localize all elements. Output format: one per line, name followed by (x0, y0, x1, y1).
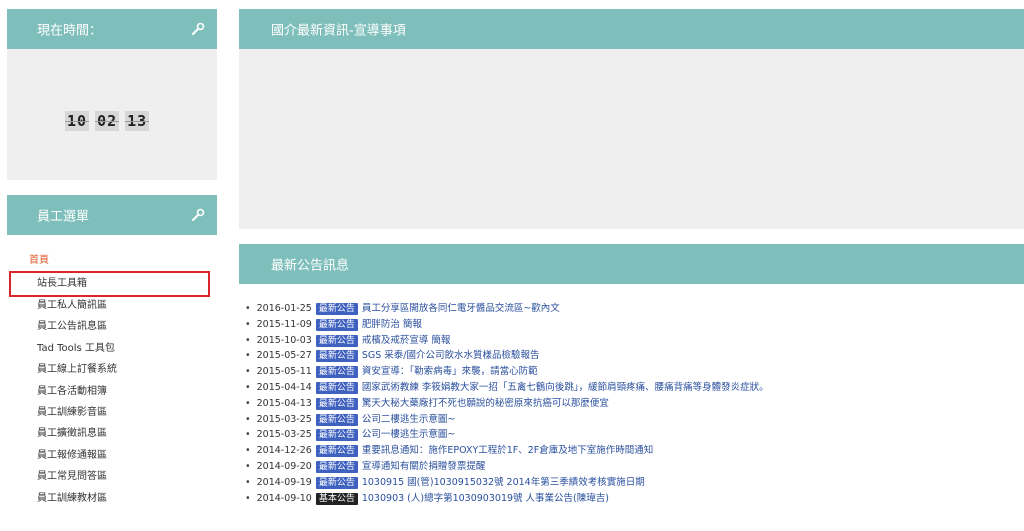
announcement-badge: 最新公告 (315, 476, 358, 489)
announcement-title-link[interactable]: 資安宣導：「勒索病毒」來襲，請當心防範 (362, 366, 538, 377)
digital-clock: 10 02 13 (65, 111, 150, 131)
clock-panel: 現在時間： 10 02 13 (7, 9, 217, 180)
announcement-title-link[interactable]: 國家武術教練 李筱娟教大家一招「五禽七鶴向後跳」，緩節肩頸疼痛、腰痛背痛等身體發… (362, 382, 769, 393)
announcement-badge: 最新公告 (315, 397, 358, 410)
employee-menu-panel: 員工選單 首頁 站長工具箱 員工私人簡訊區 員工公告訊息區 Tad Tools … (7, 195, 217, 531)
announcement-title-link[interactable]: 1030903 (人)總字第1030903019號 人事業公告(陳瑋吉) (362, 493, 609, 504)
announcement-date: 2015-03-25 (256, 429, 312, 441)
menu-item-photo-albums[interactable]: 員工各活動相簿 (7, 381, 217, 402)
menu-item-training-videos[interactable]: 員工訓練影音區 (7, 402, 217, 423)
announcements-panel: 最新公告訊息 2016-01-25最新公告員工分享區開放各同仁電牙醬品交流區~歡… (239, 244, 1024, 531)
announcement-badge: 最新公告 (315, 429, 358, 442)
menu-item-home[interactable]: 首頁 (7, 253, 217, 273)
menu-item-tad-tools[interactable]: Tad Tools 工具包 (7, 338, 217, 359)
list-item: 2014-09-10基本公告 1030903 (人)總字第1030903019號 … (245, 491, 769, 507)
list-item: 2015-11-09最新公告肥胖防治 簡報 (245, 317, 769, 333)
list-item: 2015-04-14最新公告國家武術教練 李筱娟教大家一招「五禽七鶴向後跳」，緩… (245, 380, 769, 396)
announcement-badge: 最新公告 (315, 445, 358, 458)
announcement-badge: 最新公告 (315, 366, 358, 379)
announcement-badge: 最新公告 (315, 381, 358, 394)
announcement-badge: 最新公告 (315, 303, 358, 315)
announcement-title-link[interactable]: 公司二樓逃生示意圖~ (362, 414, 455, 425)
menu-item-recruitment[interactable]: 員工擴徵訊息區 (7, 423, 217, 444)
menu-item-faq[interactable]: 員工常見問答區 (7, 466, 217, 487)
announcement-date: 2014-09-20 (256, 460, 312, 472)
announcement-badge: 最新公告 (315, 334, 358, 347)
announcement-badge: 最新公告 (315, 350, 358, 363)
clock-hours: 10 (65, 111, 90, 131)
list-item: 2015-03-25最新公告公司二樓逃生示意圖~ (245, 412, 769, 428)
announcement-title-link[interactable]: 戒檳及戒菸宣導 簡報 (362, 335, 451, 346)
announcement-date: 2014-09-10 (256, 492, 312, 504)
list-item: 2014-09-19最新公告 1030915 國(管)1030915032號 20… (245, 475, 769, 491)
menu-panel-header: 員工選單 (7, 195, 217, 235)
announcement-date: 2014-12-26 (256, 445, 312, 457)
news-panel-header: 國介最新資訊-宣導事項 (239, 9, 1024, 49)
list-item: 2016-01-25最新公告員工分享區開放各同仁電牙醬品交流區~歡內文 (245, 301, 769, 317)
announcement-date: 2015-04-13 (256, 397, 312, 409)
menu-item-meal-ordering[interactable]: 員工線上訂餐系統 (7, 359, 217, 380)
clock-minutes: 02 (95, 111, 120, 131)
announcement-title-link[interactable]: 驚天大秘大藥廠打不死也願說的秘密原來抗癌可以那麼便宜 (362, 398, 609, 409)
wrench-icon[interactable] (191, 22, 205, 36)
list-item: 2015-05-11最新公告資安宣導：「勒索病毒」來襲，請當心防範 (245, 364, 769, 380)
wrench-icon[interactable] (191, 208, 205, 222)
menu-panel-title: 員工選單 (37, 209, 90, 225)
announcement-badge: 最新公告 (315, 460, 358, 473)
announcement-date: 2015-04-14 (256, 381, 312, 393)
announcement-title-link[interactable]: 1030915 國(管)1030915032號 2014年第三季績效考核實施日期 (362, 477, 645, 488)
announcement-date: 2015-05-11 (256, 366, 312, 378)
menu-item-announcements[interactable]: 員工公告訊息區 (7, 316, 217, 337)
announcement-title-link[interactable]: SGS 采泰/國介公司飲水水質樣品檢驗報告 (362, 350, 540, 361)
clock-panel-title: 現在時間： (37, 23, 103, 39)
announcement-title-link[interactable]: 宣導通知有關於捐贈發票提醒 (362, 461, 486, 472)
announcements-panel-header: 最新公告訊息 (239, 244, 1024, 284)
news-panel: 國介最新資訊-宣導事項 (239, 9, 1024, 229)
announcement-title-link[interactable]: 重要訊息通知：施作EPOXY工程於1F、2F倉庫及地下室施作時間通知 (362, 445, 653, 456)
announcement-date: 2014-09-19 (256, 476, 312, 488)
announcement-title-link[interactable]: 肥胖防治 簡報 (362, 319, 422, 330)
announcement-title-link[interactable]: 公司一樓逃生示意圖~ (362, 429, 455, 440)
announcement-date: 2015-05-27 (256, 350, 312, 362)
list-item: 2015-10-03最新公告戒檳及戒菸宣導 簡報 (245, 333, 769, 349)
announcement-badge: 最新公告 (315, 413, 358, 426)
announcement-date: 2015-03-25 (256, 413, 312, 425)
clock-panel-header: 現在時間： (7, 9, 217, 49)
menu-list: 首頁 站長工具箱 員工私人簡訊區 員工公告訊息區 Tad Tools 工具包 員… (7, 253, 217, 509)
list-item: 2015-05-27最新公告 SGS 采泰/國介公司飲水水質樣品檢驗報告 (245, 348, 769, 364)
announcement-list: 2016-01-25最新公告員工分享區開放各同仁電牙醬品交流區~歡內文2015-… (245, 301, 769, 506)
list-item: 2014-09-20最新公告宣導通知有關於捐贈發票提醒 (245, 459, 769, 475)
clock-seconds: 13 (125, 111, 150, 131)
announcement-badge: 基本公告 (315, 492, 358, 505)
menu-item-training-materials[interactable]: 員工訓練教材區 (7, 488, 217, 509)
list-item: 2014-12-26最新公告重要訊息通知：施作EPOXY工程於1F、2F倉庫及地… (245, 443, 769, 459)
list-item: 2015-03-25最新公告公司一樓逃生示意圖~ (245, 427, 769, 443)
announcement-date: 2015-11-09 (256, 318, 312, 330)
menu-item-repair-reports[interactable]: 員工報修通報區 (7, 445, 217, 466)
news-panel-title: 國介最新資訊-宣導事項 (271, 23, 406, 39)
announcement-date: 2015-10-03 (256, 334, 312, 346)
list-item: 2015-04-13最新公告驚天大秘大藥廠打不死也願說的秘密原來抗癌可以那麼便宜 (245, 396, 769, 412)
announcement-badge: 最新公告 (315, 318, 358, 331)
announcement-title-link[interactable]: 員工分享區開放各同仁電牙醬品交流區~歡內文 (362, 303, 560, 314)
menu-item-webmaster-toolbox[interactable]: 站長工具箱 (9, 271, 210, 297)
announcements-panel-title: 最新公告訊息 (271, 258, 350, 274)
menu-item-private-messages[interactable]: 員工私人簡訊區 (7, 295, 217, 316)
announcement-date: 2016-01-25 (256, 303, 312, 314)
